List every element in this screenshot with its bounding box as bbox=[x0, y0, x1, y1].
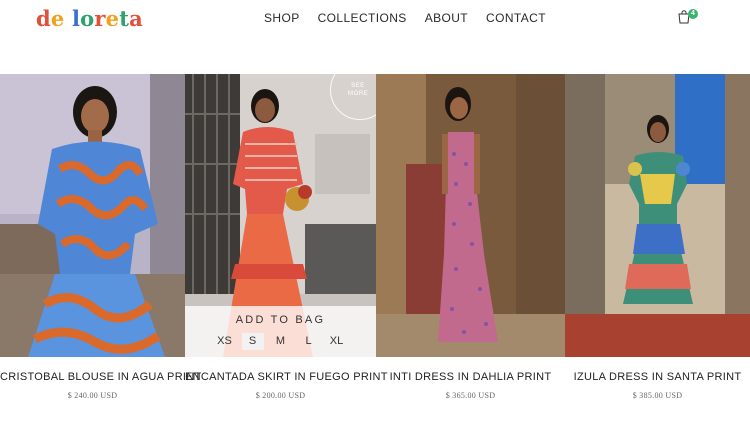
product-price-3: $ 365.00 USD bbox=[445, 391, 496, 400]
size-option-xs[interactable]: XS bbox=[214, 333, 236, 350]
cart-button[interactable]: 4 bbox=[677, 9, 699, 28]
product-price-1: $ 240.00 USD bbox=[67, 391, 118, 400]
product-grid: SEE MORE ADD TO BAG XS S M L XL bbox=[0, 74, 750, 357]
product-title-2[interactable]: ENCANTADA SKIRT IN FUEGO PRINT bbox=[185, 371, 387, 383]
product-title-3[interactable]: INTI DRESS IN DAHLIA PRINT bbox=[376, 371, 565, 383]
size-option-s[interactable]: S bbox=[241, 333, 264, 350]
cart-count-badge: 4 bbox=[688, 9, 698, 19]
product-card-3[interactable] bbox=[376, 74, 565, 357]
size-option-l[interactable]: L bbox=[298, 333, 320, 350]
nav-shop[interactable]: SHOP bbox=[264, 11, 300, 25]
product-price-2: $ 200.00 USD bbox=[255, 391, 306, 400]
logo-letter: e bbox=[105, 6, 120, 31]
product-price-4: $ 385.00 USD bbox=[632, 391, 683, 400]
site-header: de loreta SHOP COLLECTIONS ABOUT CONTACT… bbox=[0, 0, 750, 40]
logo-letter: t bbox=[119, 6, 130, 31]
product-title-4[interactable]: IZULA DRESS IN SANTA PRINT bbox=[565, 371, 750, 383]
see-more-label: SEE MORE bbox=[348, 83, 369, 97]
nav-contact[interactable]: CONTACT bbox=[486, 11, 546, 25]
product-image-1 bbox=[0, 74, 185, 357]
logo-letter: e bbox=[50, 6, 65, 31]
nav-about[interactable]: ABOUT bbox=[425, 11, 468, 25]
logo-letter: a bbox=[129, 6, 143, 31]
logo-letter bbox=[64, 6, 72, 31]
logo-letter: o bbox=[80, 6, 95, 31]
nav-collections[interactable]: COLLECTIONS bbox=[318, 11, 407, 25]
size-option-xl[interactable]: XL bbox=[326, 333, 348, 350]
product-image-3 bbox=[376, 74, 565, 357]
logo-letter: d bbox=[36, 6, 51, 31]
product-card-1[interactable] bbox=[0, 74, 185, 357]
main-nav: SHOP COLLECTIONS ABOUT CONTACT bbox=[264, 11, 564, 25]
quick-add-panel: ADD TO BAG XS S M L XL bbox=[185, 306, 376, 357]
brand-logo[interactable]: de loreta bbox=[36, 6, 143, 31]
size-option-m[interactable]: M bbox=[270, 333, 292, 350]
logo-letter: l bbox=[71, 6, 81, 31]
add-to-bag-label: ADD TO BAG bbox=[235, 314, 326, 326]
size-options: XS S M L XL bbox=[185, 333, 376, 350]
product-card-2[interactable]: SEE MORE ADD TO BAG XS S M L XL bbox=[185, 74, 376, 357]
logo-letter: r bbox=[94, 6, 106, 31]
product-title-1[interactable]: CRISTOBAL BLOUSE IN AGUA PRINT bbox=[0, 371, 201, 383]
product-card-4[interactable] bbox=[565, 74, 750, 357]
product-image-4 bbox=[565, 74, 750, 357]
